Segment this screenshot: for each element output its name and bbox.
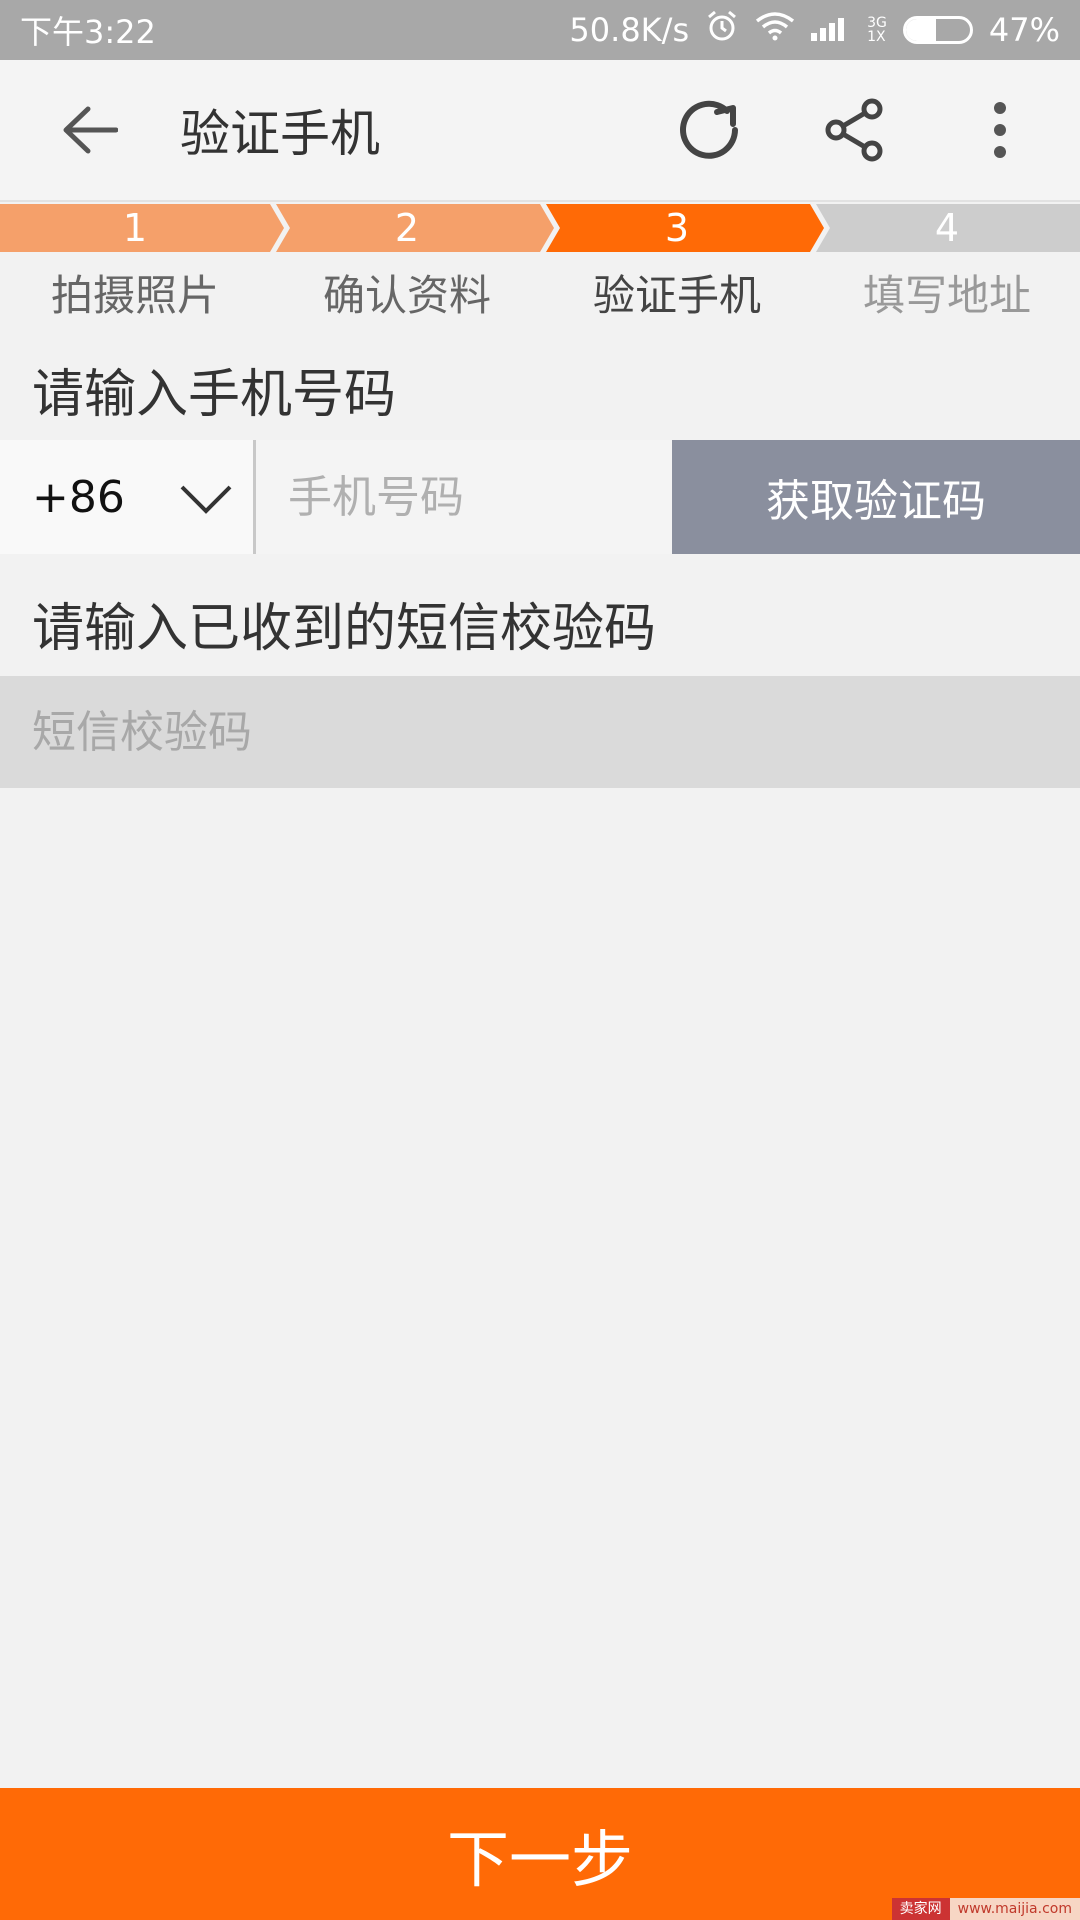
arrow-left-icon — [63, 106, 118, 154]
watermark: 卖家网 www.maijia.com — [891, 1898, 1080, 1920]
step-label-1: 拍摄照片 — [50, 271, 219, 320]
alarm-icon — [705, 9, 739, 51]
refresh-button[interactable] — [652, 70, 772, 190]
step-label-3: 验证手机 — [592, 271, 761, 320]
status-right: 50.8K/s 3G 1X 47% — [569, 9, 1060, 51]
get-verification-code-button[interactable]: 获取验证码 — [672, 440, 1080, 554]
step-number-2: 2 — [394, 206, 420, 250]
watermark-right: www.maijia.com — [949, 1898, 1080, 1920]
step-number-1: 1 — [122, 206, 148, 250]
step-label-2: 确认资料 — [322, 271, 491, 320]
status-time: 下午3:22 — [20, 13, 156, 51]
toolbar: 验证手机 — [0, 60, 1080, 202]
battery-icon — [902, 16, 973, 44]
more-vertical-icon — [994, 102, 1006, 158]
battery-fill — [905, 19, 936, 41]
step-progress-bar: 1 2 3 4 — [0, 204, 1080, 252]
battery-percent: 47% — [988, 11, 1060, 49]
more-menu-button[interactable] — [940, 70, 1060, 190]
share-icon — [825, 98, 883, 162]
page-title: 验证手机 — [180, 105, 380, 163]
signal-icon — [811, 11, 851, 49]
sms-section-label: 请输入已收到的短信校验码 — [32, 599, 657, 659]
back-button[interactable] — [30, 70, 150, 190]
network-speed: 50.8K/s — [569, 11, 690, 49]
step-labels: 拍摄照片 确认资料 验证手机 填写地址 — [0, 256, 1080, 336]
network-type-top: 3G — [867, 15, 887, 31]
step-label-4: 填写地址 — [862, 271, 1031, 320]
country-code-value: +86 — [32, 471, 125, 523]
phone-row: +86 获取验证码 — [0, 440, 1080, 554]
phone-section-label: 请输入手机号码 — [32, 365, 397, 425]
country-code-selector[interactable]: +86 — [0, 440, 256, 554]
sms-code-input[interactable] — [0, 676, 1080, 788]
chevron-down-icon — [180, 485, 232, 514]
watermark-left: 卖家网 — [891, 1898, 950, 1920]
network-type: 3G 1X — [867, 16, 887, 44]
step-number-4: 4 — [934, 206, 960, 250]
network-type-bottom: 1X — [867, 29, 886, 45]
step-number-3: 3 — [664, 206, 690, 250]
wifi-icon — [755, 11, 795, 49]
status-bar: 下午3:22 50.8K/s 3G 1X 47% — [0, 0, 1080, 60]
phone-number-input[interactable] — [256, 440, 672, 554]
refresh-icon — [680, 100, 738, 159]
share-button[interactable] — [796, 70, 916, 190]
